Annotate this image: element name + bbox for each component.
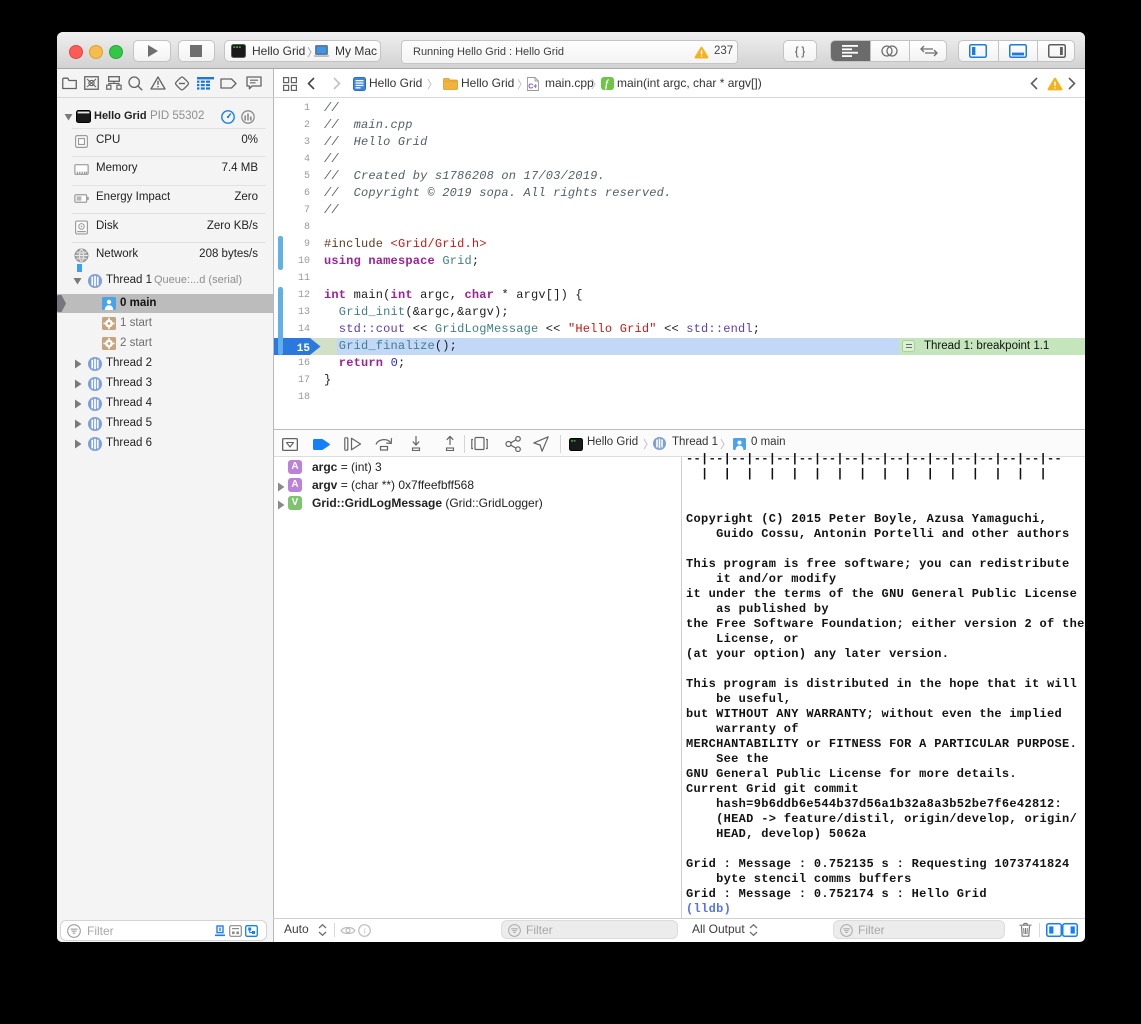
svg-text:i: i [363,926,366,936]
svg-text:C+: C+ [528,84,537,91]
